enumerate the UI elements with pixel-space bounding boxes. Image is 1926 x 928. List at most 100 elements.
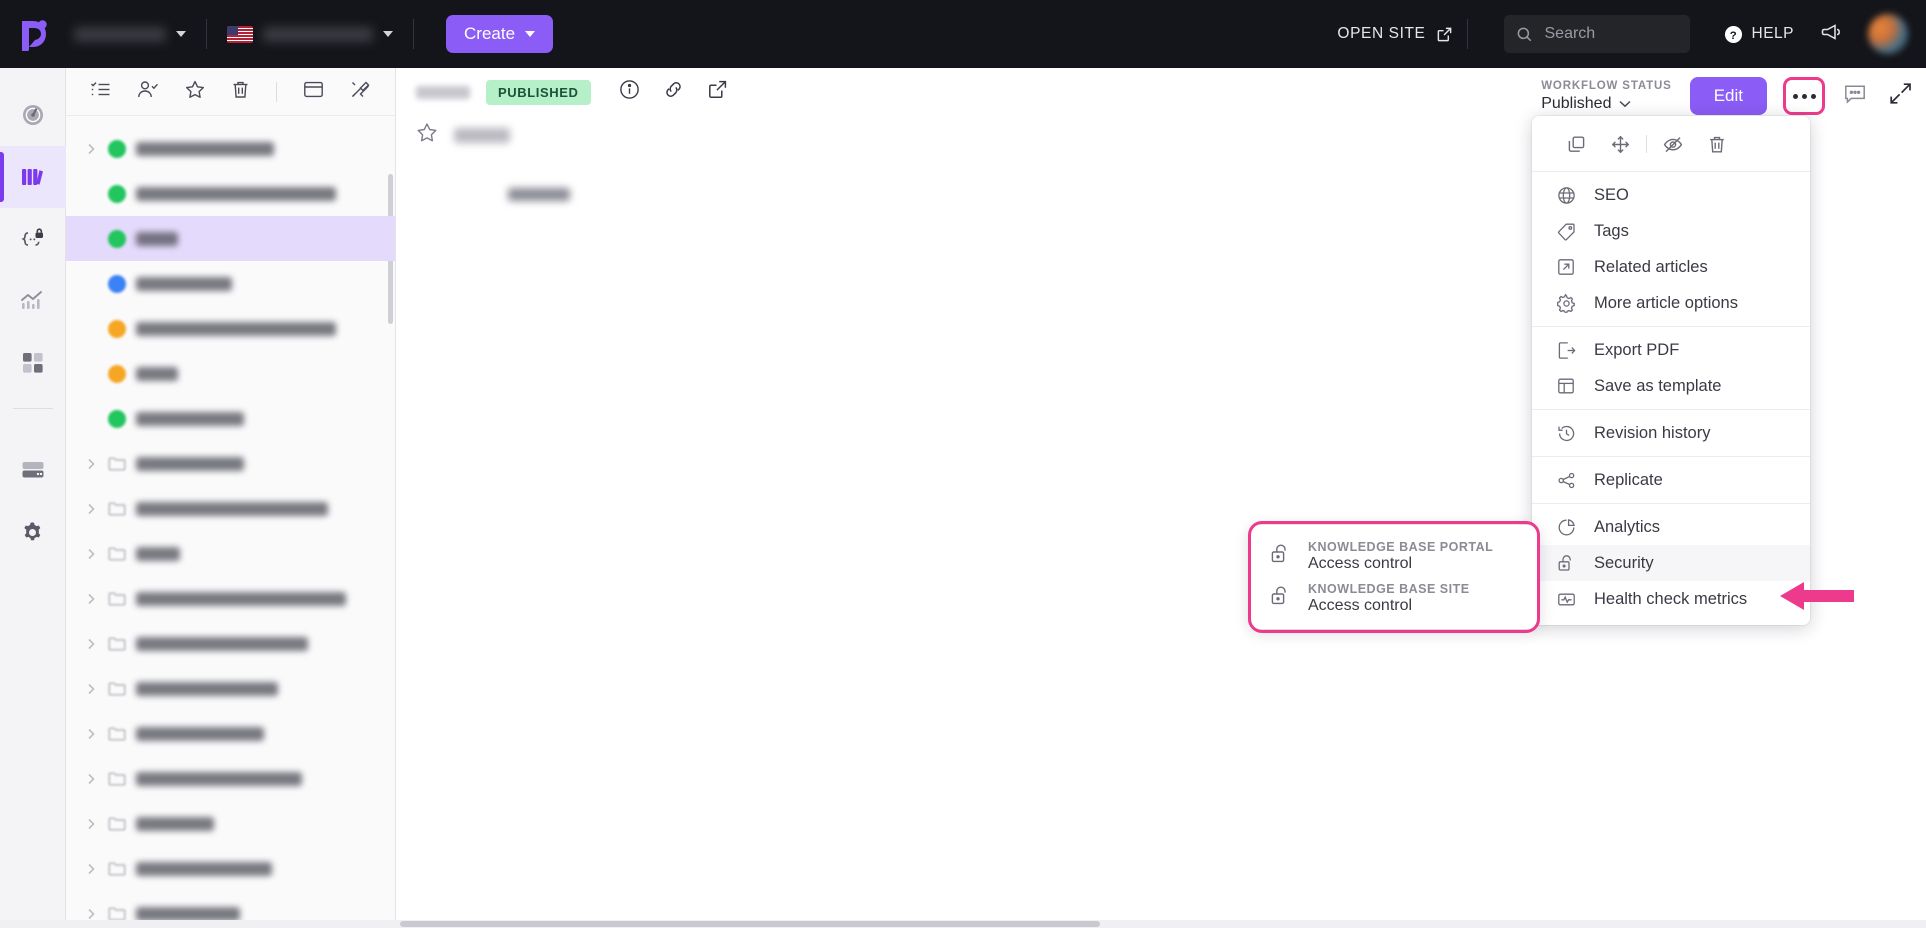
- user-check-icon[interactable]: [137, 80, 159, 104]
- globe-seo-icon: [1556, 186, 1576, 205]
- duplicate-button[interactable]: [1554, 126, 1598, 162]
- rail-item-apps[interactable]: [0, 332, 66, 394]
- more-options-button[interactable]: [1783, 77, 1825, 115]
- tree-row[interactable]: [66, 441, 395, 486]
- comment-bubble-icon: [1845, 84, 1865, 104]
- rail-item-analytics[interactable]: [0, 270, 66, 332]
- submenu-item[interactable]: KNOWLEDGE BASE PORTAL Access control: [1250, 535, 1538, 577]
- chevron-right-icon[interactable]: [84, 637, 98, 651]
- security-submenu: KNOWLEDGE BASE PORTAL Access control KNOWL…: [1250, 525, 1538, 629]
- tree-row[interactable]: [66, 306, 395, 351]
- chevron-right-icon[interactable]: [84, 502, 98, 516]
- site-name: [263, 26, 373, 42]
- menu-item-seo[interactable]: SEO: [1532, 177, 1810, 213]
- workflow-status-value[interactable]: Published: [1541, 95, 1672, 113]
- tree-toolbar: [66, 68, 395, 116]
- hide-button[interactable]: [1651, 126, 1695, 162]
- chevron-right-icon[interactable]: [84, 817, 98, 831]
- chevron-right-icon[interactable]: [84, 727, 98, 741]
- external-link-icon[interactable]: [707, 79, 728, 105]
- tree-row[interactable]: [66, 351, 395, 396]
- divider: [413, 19, 414, 49]
- menu-item-label: Security: [1594, 553, 1654, 572]
- rail-item-server[interactable]: [0, 439, 66, 501]
- comments-button[interactable]: [1843, 83, 1867, 110]
- tree-row[interactable]: [66, 711, 395, 756]
- menu-item-analytics[interactable]: Analytics: [1532, 509, 1810, 545]
- tree-row[interactable]: [66, 846, 395, 891]
- favorite-star-icon[interactable]: [416, 122, 438, 148]
- pencil-ruler-icon[interactable]: [350, 80, 371, 104]
- tree-row[interactable]: [66, 171, 395, 216]
- site-language-selector[interactable]: [221, 22, 399, 47]
- books-icon: [22, 169, 43, 185]
- help-button[interactable]: ? HELP: [1724, 25, 1795, 44]
- app-logo[interactable]: [0, 0, 68, 68]
- announcements-button[interactable]: [1820, 22, 1842, 47]
- chevron-right-icon[interactable]: [84, 682, 98, 696]
- menu-item-export-pdf[interactable]: Export PDF: [1532, 332, 1810, 368]
- edit-button[interactable]: Edit: [1689, 77, 1767, 115]
- tree-row[interactable]: [66, 666, 395, 711]
- chevron-right-icon[interactable]: [84, 772, 98, 786]
- search-input[interactable]: Search: [1503, 15, 1690, 53]
- info-circle-icon[interactable]: [619, 79, 640, 105]
- expand-button[interactable]: [1889, 82, 1912, 110]
- tree-row[interactable]: [66, 621, 395, 666]
- trash-icon[interactable]: [231, 80, 250, 104]
- chevron-right-icon[interactable]: [84, 907, 98, 921]
- submenu-item[interactable]: KNOWLEDGE BASE SITE Access control: [1250, 577, 1538, 619]
- tree-row[interactable]: [66, 756, 395, 801]
- menu-item-label: Related articles: [1594, 257, 1708, 276]
- tree-row[interactable]: [66, 576, 395, 621]
- tree-row-label: [136, 186, 336, 201]
- star-icon[interactable]: [185, 80, 205, 104]
- menu-item-revision-history[interactable]: Revision history: [1532, 415, 1810, 451]
- chevron-right-icon[interactable]: [84, 862, 98, 876]
- horizontal-scrollbar[interactable]: [0, 920, 1926, 928]
- article-status-dot: [108, 364, 126, 383]
- content-tree-sidebar: [66, 68, 396, 928]
- menu-item-tags[interactable]: Tags: [1532, 213, 1810, 249]
- link-icon[interactable]: [662, 79, 685, 105]
- menu-item-security[interactable]: Security: [1532, 545, 1810, 581]
- tree-row[interactable]: [66, 531, 395, 576]
- menu-item-replicate[interactable]: Replicate: [1532, 462, 1810, 498]
- menu-item-save-as-template[interactable]: Save as template: [1532, 368, 1810, 404]
- workspace-selector[interactable]: [68, 23, 192, 46]
- more-options-menu: SEO Tags Related articles More article opti…: [1532, 116, 1810, 625]
- tree-row[interactable]: [66, 486, 395, 531]
- workspace-name: [74, 26, 166, 42]
- menu-item-related-articles[interactable]: Related articles: [1532, 249, 1810, 285]
- rail-item-knowledge-base[interactable]: [0, 146, 66, 208]
- rail-item-dashboard[interactable]: [0, 84, 66, 146]
- chevron-right-icon[interactable]: [84, 547, 98, 561]
- menu-item-more-article-options[interactable]: More article options: [1532, 285, 1810, 321]
- menu-item-health-check-metrics[interactable]: Health check metrics: [1532, 581, 1810, 617]
- delete-button[interactable]: [1695, 126, 1739, 162]
- history-clock-icon: [1556, 424, 1576, 443]
- tree-row[interactable]: [66, 261, 395, 306]
- window-icon[interactable]: [303, 80, 324, 104]
- chevron-right-icon[interactable]: [84, 457, 98, 471]
- create-button[interactable]: Create: [446, 15, 554, 53]
- tree-row[interactable]: [66, 396, 395, 441]
- open-site-link[interactable]: OPEN SITE: [1337, 25, 1452, 43]
- chevron-right-icon[interactable]: [84, 142, 98, 156]
- rail-item-api-docs[interactable]: [0, 208, 66, 270]
- content-header-icons: [619, 79, 728, 105]
- checklist-icon[interactable]: [90, 80, 111, 104]
- tree-row-label: [136, 411, 244, 426]
- tree-row[interactable]: [66, 801, 395, 846]
- move-button[interactable]: [1598, 126, 1642, 162]
- user-avatar[interactable]: [1868, 14, 1908, 54]
- scrollbar-thumb[interactable]: [400, 921, 1100, 927]
- menu-divider: [1532, 326, 1810, 327]
- chevron-right-icon[interactable]: [84, 592, 98, 606]
- tree-row[interactable]: [66, 216, 395, 261]
- us-flag-icon: [227, 25, 253, 43]
- rail-item-settings[interactable]: [0, 501, 66, 563]
- tree-row[interactable]: [66, 126, 395, 171]
- folder-icon: [108, 456, 126, 471]
- divider: [1466, 19, 1468, 49]
